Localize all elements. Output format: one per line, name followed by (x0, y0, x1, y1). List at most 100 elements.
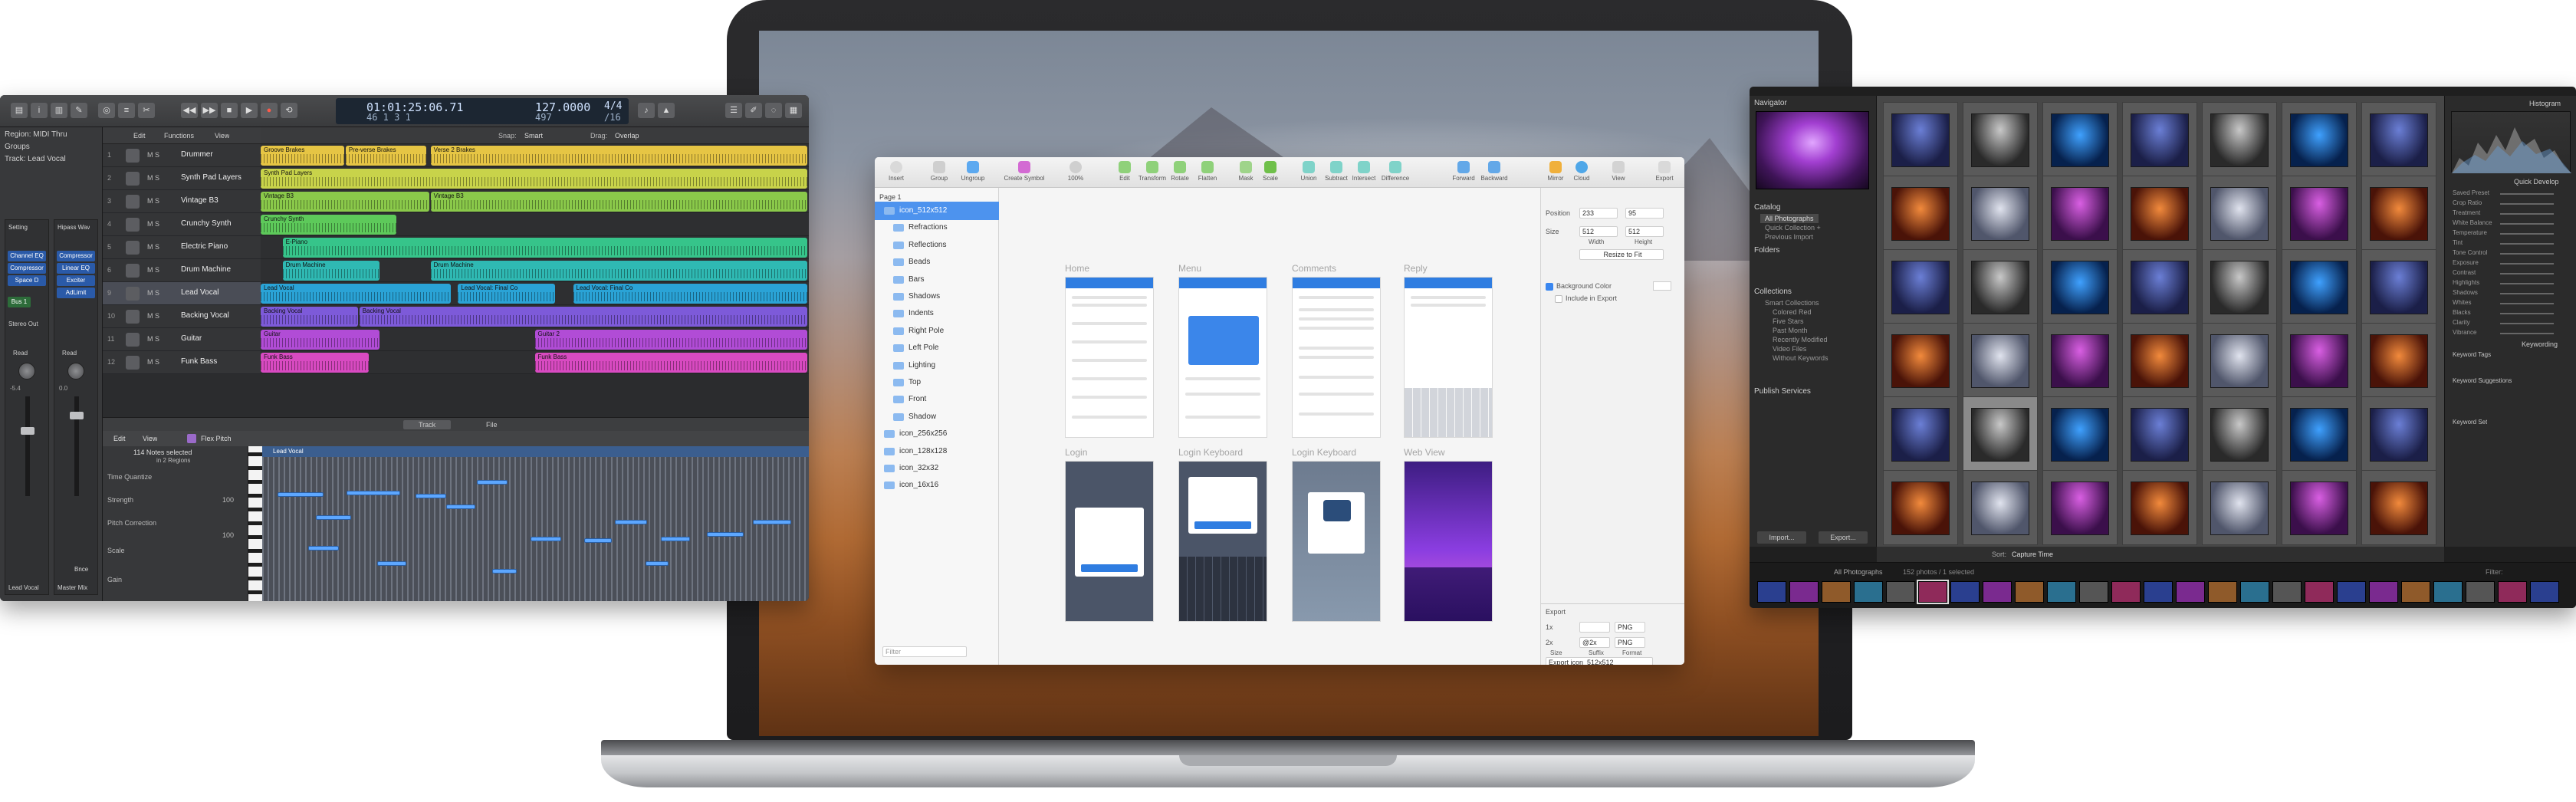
grid-cell[interactable] (2122, 323, 2197, 398)
region[interactable]: Crunchy Synth (261, 215, 396, 235)
filmstrip-thumbnail[interactable] (2433, 581, 2463, 603)
create-symbol-button[interactable]: Create Symbol (1001, 159, 1048, 186)
track-lane[interactable]: Crunchy Synth (261, 213, 809, 236)
export-format-1[interactable]: PNG (1615, 622, 1645, 633)
pitch-correction-value[interactable]: 100 (222, 531, 234, 540)
grid-cell[interactable] (2282, 249, 2357, 324)
mute-solo-buttons[interactable]: M S (147, 174, 159, 182)
mute-solo-buttons[interactable]: M S (147, 243, 159, 251)
info-icon[interactable]: i (31, 103, 48, 118)
filmstrip-thumbnail[interactable] (2208, 581, 2237, 603)
volume-fader-track[interactable] (25, 396, 30, 496)
rewind-icon[interactable]: ◀◀ (181, 103, 198, 118)
develop-row[interactable]: Saved Preset (2453, 189, 2568, 199)
filmstrip-thumbnail[interactable] (1822, 581, 1851, 603)
transform-button[interactable]: Transform (1137, 159, 1168, 186)
pitch-note[interactable] (615, 520, 647, 524)
grid-cell[interactable] (2282, 323, 2357, 398)
catalog-item[interactable]: All Photographs (1760, 214, 1819, 223)
tab-track[interactable]: Track (403, 420, 452, 429)
region[interactable]: Pre-verse Brakes (345, 146, 427, 166)
volume-fader[interactable] (70, 412, 84, 419)
filmstrip-thumbnail[interactable] (2015, 581, 2044, 603)
filmstrip-thumbnail[interactable] (2272, 581, 2302, 603)
track-header[interactable]: 5 M S Electric Piano (103, 236, 261, 259)
develop-control[interactable] (2500, 303, 2554, 304)
track-header[interactable]: 9 M S Lead Vocal (103, 282, 261, 305)
layer-row[interactable]: icon_128x128 (875, 442, 999, 461)
filmstrip-thumbnail[interactable] (2401, 581, 2430, 603)
filmstrip-thumbnail[interactable] (1886, 581, 1915, 603)
develop-control[interactable] (2500, 253, 2554, 255)
mute-solo-buttons[interactable]: M S (147, 289, 159, 297)
collection-item[interactable]: Video Files (1773, 344, 1806, 353)
layer-row[interactable]: icon_256x256 (875, 425, 999, 443)
artboard-web-view[interactable] (1404, 461, 1493, 622)
automation-mode[interactable]: Read (62, 349, 77, 358)
collection-item[interactable]: Smart Collections (1765, 298, 1819, 307)
region[interactable]: Verse 2 Brakes (430, 146, 807, 166)
grid-cell[interactable] (2042, 396, 2118, 472)
piano-keyboard[interactable] (248, 446, 262, 601)
pitch-note[interactable] (753, 520, 791, 524)
filmstrip-source[interactable]: All Photographs (1834, 567, 1883, 577)
catalog-header[interactable]: Catalog (1754, 203, 1780, 212)
layer-row[interactable]: Front (875, 390, 999, 409)
grid-cell[interactable] (2042, 323, 2118, 398)
grid-cell[interactable] (2202, 396, 2277, 472)
layer-row[interactable]: Lighting (875, 357, 999, 375)
develop-row[interactable]: Shadows (2453, 289, 2568, 298)
develop-row[interactable]: Vibrance (2453, 329, 2568, 338)
export-button[interactable]: Export (1649, 159, 1680, 186)
edit-menu[interactable]: Edit (133, 131, 146, 140)
track-lane[interactable]: Backing Vocal Backing Vocal (261, 305, 809, 328)
develop-row[interactable]: White Balance (2453, 219, 2568, 228)
editor-view-menu[interactable]: View (143, 434, 157, 443)
export-button[interactable]: Export... (1819, 531, 1868, 544)
grid-cell[interactable] (1963, 176, 2038, 251)
include-export-checkbox[interactable] (1555, 295, 1562, 303)
pitch-note[interactable] (278, 492, 324, 497)
pitch-note[interactable] (707, 532, 744, 537)
smart-controls-icon[interactable]: ◎ (98, 103, 115, 118)
backward-button[interactable]: Backward (1477, 159, 1511, 186)
track-header[interactable]: 4 M S Crunchy Synth (103, 213, 261, 236)
track-lane[interactable]: E-Piano (261, 236, 809, 259)
pitch-note[interactable] (416, 494, 446, 498)
group-button[interactable]: Group (921, 159, 958, 186)
layer-row[interactable]: Reflections (875, 236, 999, 255)
filmstrip[interactable]: All Photographs 152 photos / 1 selected … (1750, 562, 2576, 608)
plugin-slot[interactable]: Space D (8, 275, 46, 286)
filmstrip-thumbnail[interactable] (2079, 581, 2108, 603)
region[interactable]: Drum Machine (282, 261, 380, 281)
region[interactable]: Groove Brakes (261, 146, 344, 166)
scissors-icon[interactable]: ✂ (138, 103, 155, 118)
flex-icon[interactable] (187, 434, 196, 443)
develop-control[interactable] (2500, 223, 2554, 225)
track-header[interactable]: 6 M S Drum Machine (103, 259, 261, 282)
metronome-icon[interactable]: ▲ (658, 103, 675, 118)
grid-cell[interactable] (1883, 249, 1958, 324)
grid-cell[interactable] (1883, 396, 1958, 472)
collection-item[interactable]: Recently Modified (1773, 335, 1828, 344)
grid-cell[interactable] (2361, 102, 2436, 177)
region[interactable]: Guitar 2 (534, 330, 807, 350)
histogram-header[interactable]: Histogram (2529, 99, 2561, 108)
track-header[interactable]: 2 M S Synth Pad Layers (103, 167, 261, 190)
filmstrip-thumbnail[interactable] (2369, 581, 2398, 603)
region[interactable]: Drum Machine (430, 261, 807, 281)
develop-control[interactable] (2500, 213, 2554, 215)
edit-button[interactable]: Edit (1109, 159, 1140, 186)
track-lane[interactable]: Vintage B3 Vintage B3 (261, 190, 809, 213)
artboard-login-keyboard[interactable] (1178, 461, 1267, 622)
track-header[interactable]: 10 M S Backing Vocal (103, 305, 261, 328)
intersect-button[interactable]: Intersect (1349, 159, 1379, 186)
pitch-note[interactable] (661, 537, 690, 541)
develop-row[interactable]: Tone Control (2453, 249, 2568, 258)
grid-cell[interactable] (2122, 176, 2197, 251)
navigator-header[interactable]: Navigator (1754, 99, 1787, 108)
artboard-login-keyboard-2[interactable] (1292, 461, 1381, 622)
develop-control[interactable] (2500, 333, 2554, 334)
filmstrip-thumbnail[interactable] (2144, 581, 2173, 603)
forward-icon[interactable]: ▶▶ (201, 103, 218, 118)
